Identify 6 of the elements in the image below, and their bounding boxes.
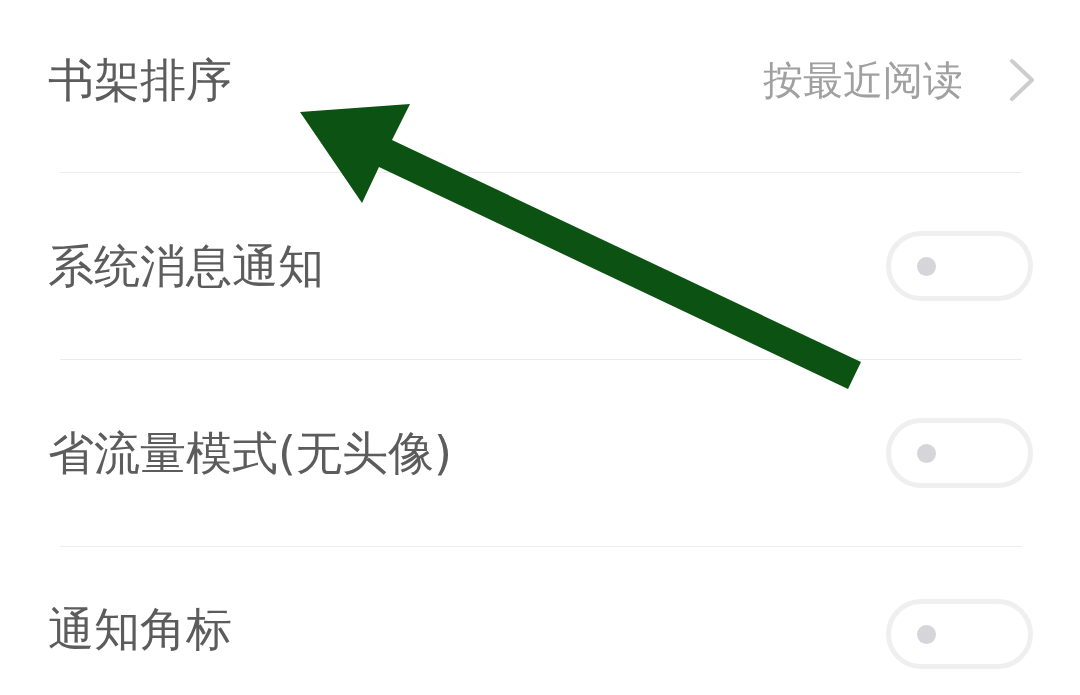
setting-label: 省流量模式(无头像) bbox=[48, 425, 452, 482]
setting-label: 通知角标 bbox=[48, 601, 232, 658]
setting-label: 书架排序 bbox=[48, 52, 232, 109]
setting-value: 按最近阅读 bbox=[763, 56, 963, 105]
chevron-right-icon[interactable] bbox=[1009, 58, 1035, 102]
setting-label: 系统消息通知 bbox=[48, 238, 324, 295]
